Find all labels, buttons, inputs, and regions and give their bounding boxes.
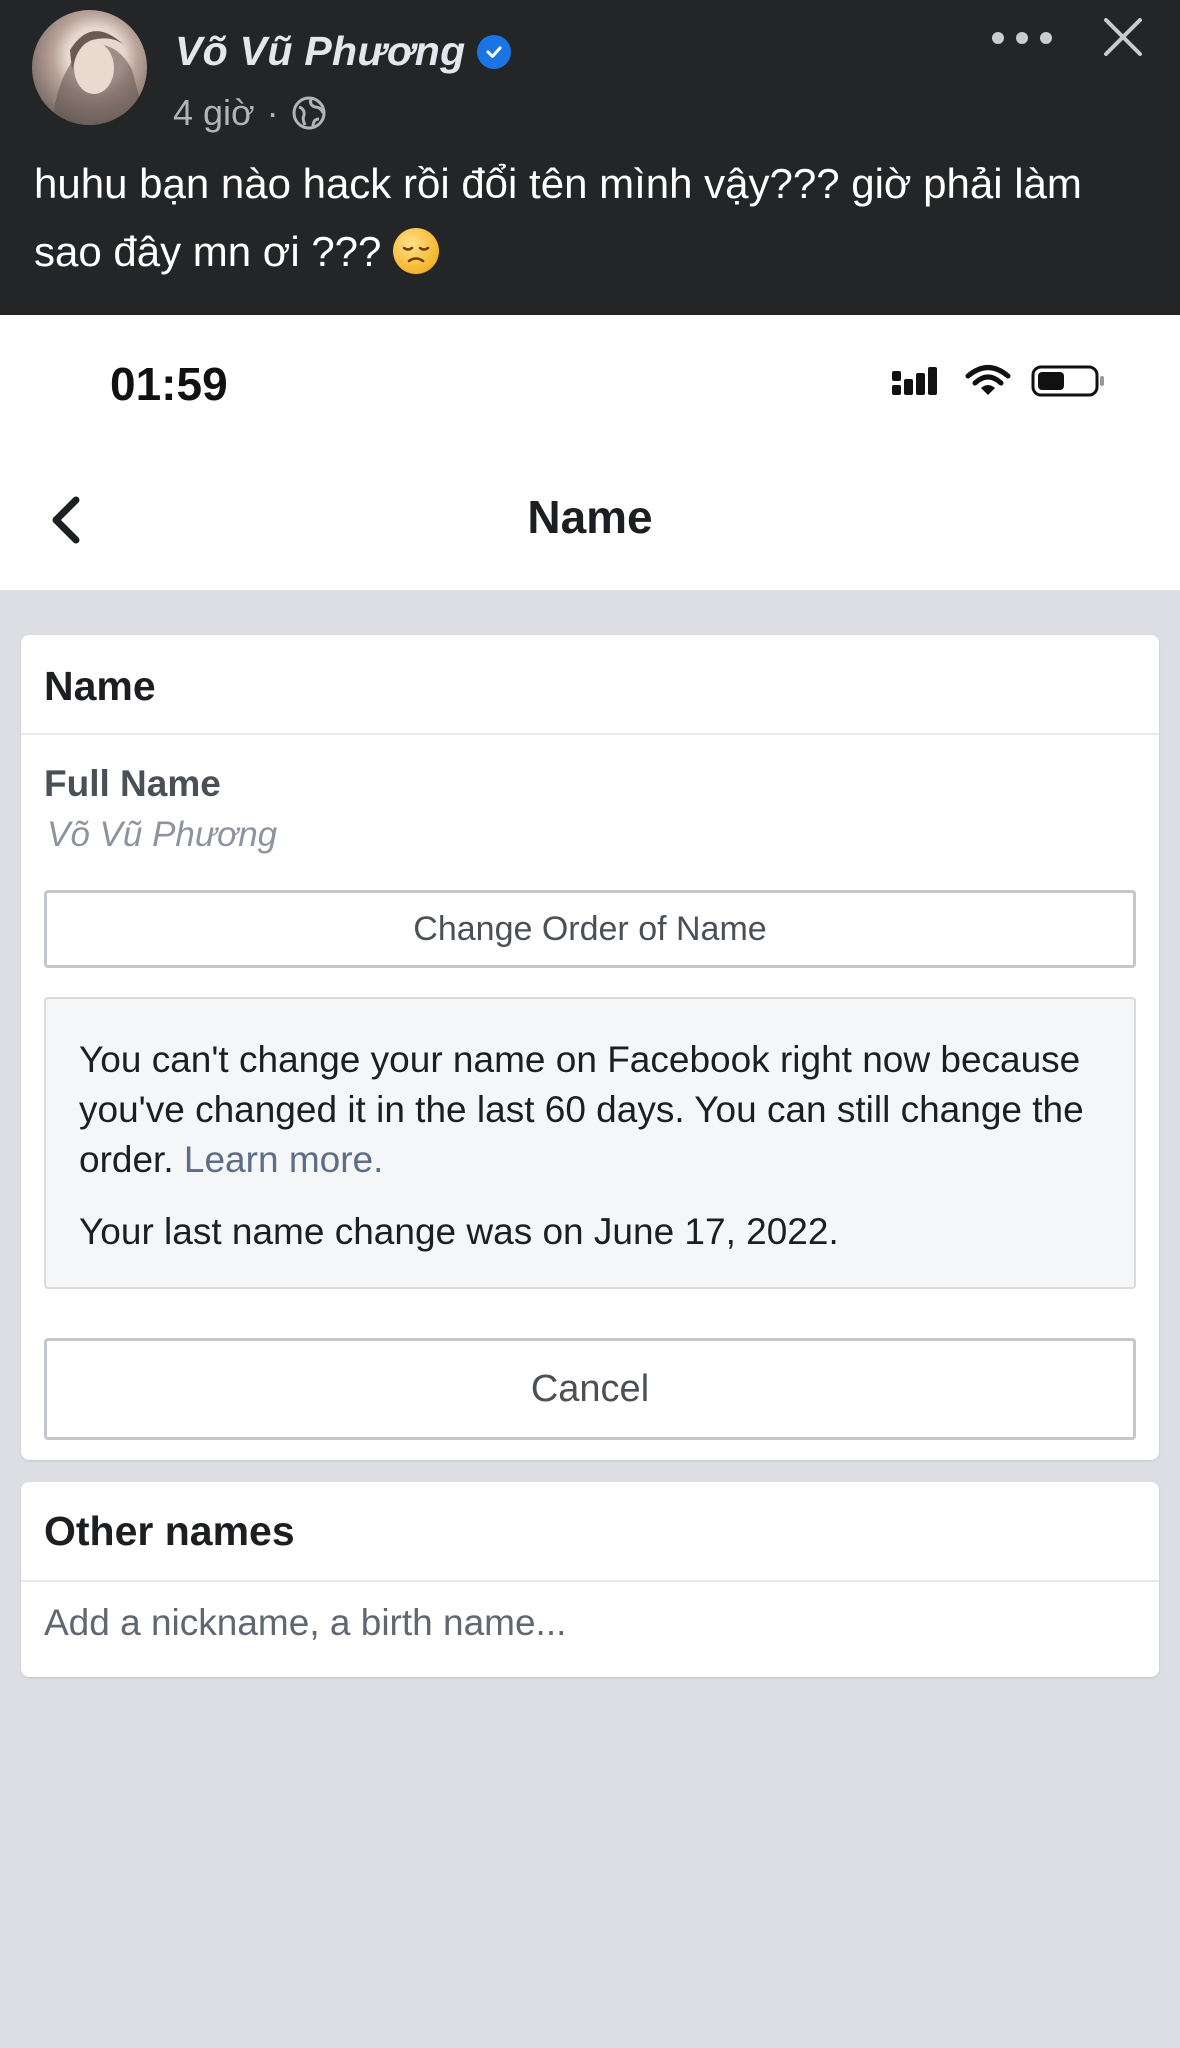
post-text: huhu bạn nào hack rồi đổi tên mình vậy??… — [34, 150, 1154, 286]
change-order-button[interactable]: Change Order of Name — [44, 890, 1136, 968]
author-name-row[interactable]: Võ Vũ Phương — [175, 28, 512, 75]
last-change-date: Your last name change was on June 17, 20… — [79, 1211, 839, 1252]
close-icon[interactable] — [1098, 12, 1148, 62]
meta-separator: · — [266, 92, 279, 133]
other-names-card: Other names Add a nickname, a birth name… — [21, 1482, 1159, 1677]
post-header: Võ Vũ Phương 4 giờ · huhu bạn nào hack r… — [0, 0, 1180, 315]
name-change-notice: You can't change your name on Facebook r… — [44, 997, 1136, 1289]
more-icon[interactable] — [992, 20, 1052, 56]
name-section-title: Name — [44, 663, 156, 709]
full-name-value: Võ Vũ Phương — [47, 815, 278, 854]
notice-message: You can't change your name on Facebook r… — [79, 1035, 1101, 1185]
post-meta: 4 giờ · — [173, 92, 327, 134]
globe-icon[interactable] — [291, 95, 327, 131]
signal-icon — [892, 367, 937, 395]
full-name-label: Full Name — [44, 763, 221, 804]
phone-status-bar: 01:59 — [0, 315, 1180, 450]
wifi-icon — [965, 365, 1011, 395]
author-name[interactable]: Võ Vũ Phương — [175, 28, 465, 75]
post-body: huhu bạn nào hack rồi đổi tên mình vậy??… — [34, 160, 1082, 275]
post-time[interactable]: 4 giờ — [173, 92, 255, 134]
disappointed-face-icon — [393, 228, 440, 274]
battery-icon — [1031, 365, 1104, 397]
nav-bar: Name — [0, 450, 1180, 590]
verified-badge-icon — [477, 34, 512, 69]
learn-more-link[interactable]: Learn more. — [184, 1139, 384, 1180]
author-avatar[interactable] — [32, 10, 147, 125]
status-icons — [890, 363, 1106, 399]
name-card: Name Full Name Võ Vũ Phương Change Order… — [21, 635, 1159, 1460]
divider — [21, 1580, 1159, 1582]
cancel-button[interactable]: Cancel — [44, 1338, 1136, 1440]
other-names-title: Other names — [44, 1508, 295, 1554]
add-other-name-link[interactable]: Add a nickname, a birth name... — [44, 1602, 566, 1644]
page-title: Name — [527, 491, 653, 543]
status-clock: 01:59 — [110, 358, 228, 410]
divider — [21, 733, 1159, 735]
